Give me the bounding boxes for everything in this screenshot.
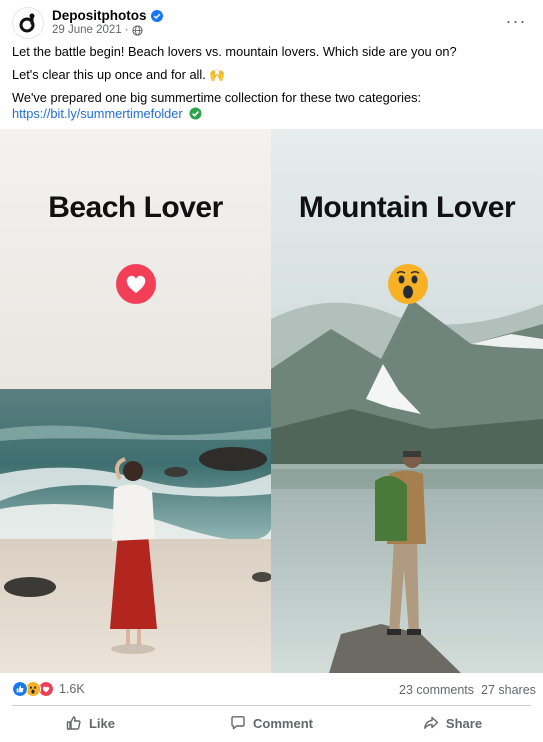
more-options-button[interactable]: ···: [505, 10, 527, 32]
wow-reaction-icon: [388, 264, 428, 304]
post-link[interactable]: https://bit.ly/summertimefolder: [12, 106, 183, 121]
share-label: Share: [445, 715, 483, 731]
share-arrow-icon: [424, 716, 439, 729]
post-line-1: Let the battle begin! Beach lovers vs. m…: [12, 44, 457, 59]
mountain-panel: Mountain Lover: [271, 129, 543, 673]
reaction-count[interactable]: 1.6K: [59, 682, 85, 696]
comments-count[interactable]: 23 comments: [399, 683, 474, 697]
author-name-row: Depositphotos: [52, 8, 163, 23]
depositphotos-logo-icon: [19, 13, 35, 33]
post-date[interactable]: 29 June 2021: [52, 24, 122, 36]
like-label: Like: [88, 715, 115, 731]
like-reaction-icon: [12, 681, 28, 697]
beach-lover-title: Beach Lover: [48, 191, 223, 224]
post-header: Depositphotos 29 June 2021 · ···: [0, 0, 543, 44]
love-reaction-icon: [116, 264, 156, 304]
verified-badge-icon: [150, 9, 163, 22]
comment-bubble-icon: [231, 716, 245, 730]
facebook-post: Depositphotos 29 June 2021 · ··· Let the…: [0, 0, 543, 742]
shares-count[interactable]: 27 shares: [481, 683, 536, 697]
globe-icon: [131, 24, 143, 36]
post-image[interactable]: Beach Lover Mountain Lover: [0, 129, 543, 673]
post-link-row: https://bit.ly/summertimefolder: [12, 106, 532, 122]
check-mark-icon: [189, 107, 202, 120]
post-line-3: We've prepared one big summertime collec…: [12, 90, 422, 105]
comment-label: Comment: [253, 715, 313, 731]
post-actions: Like Comment Share: [0, 706, 543, 740]
like-button[interactable]: Like: [0, 706, 181, 740]
thumbs-up-icon: [66, 716, 81, 730]
share-button[interactable]: Share: [362, 706, 543, 740]
post-text: Let the battle begin! Beach lovers vs. m…: [12, 44, 532, 122]
post-stats: 1.6K 23 comments 27 shares: [0, 673, 543, 705]
post-line-2: Let's clear this up once and for all. 🙌: [12, 67, 226, 82]
meta-separator: ·: [124, 24, 129, 36]
reaction-summary[interactable]: 1.6K: [12, 681, 85, 697]
beach-panel: Beach Lover: [0, 129, 271, 673]
post-meta: 29 June 2021 ·: [52, 24, 143, 36]
mountain-lover-title: Mountain Lover: [298, 191, 516, 224]
avatar[interactable]: [12, 7, 44, 39]
author-name[interactable]: Depositphotos: [52, 8, 147, 23]
comment-button[interactable]: Comment: [181, 706, 362, 740]
